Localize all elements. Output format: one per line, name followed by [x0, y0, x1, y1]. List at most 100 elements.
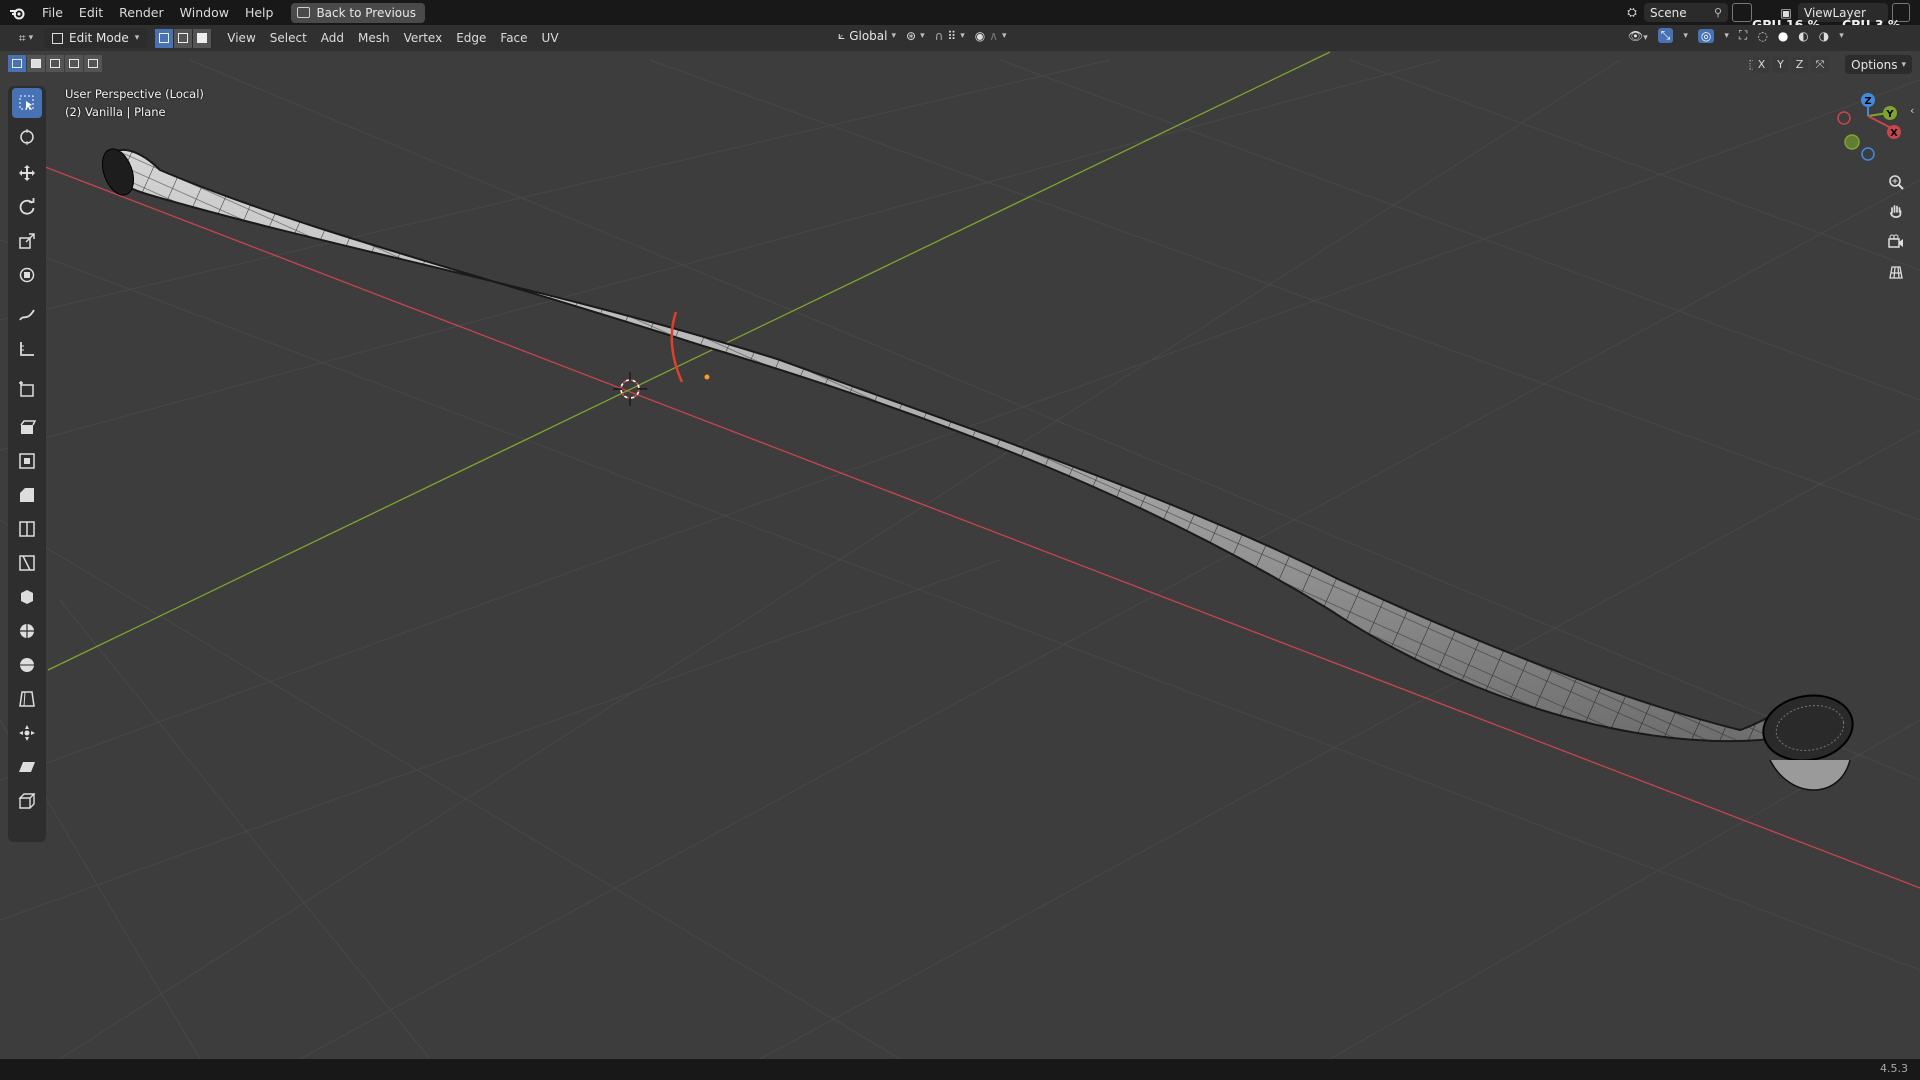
edge-slide-tool[interactable] — [12, 684, 42, 714]
scene-field[interactable]: Scene ⚲ — [1644, 3, 1728, 22]
cursor-tool[interactable] — [12, 122, 42, 152]
proportional-edit-toggle[interactable]: ◉ ∧ ▾ — [975, 29, 1007, 43]
knife-icon — [19, 555, 35, 571]
z-axis-icon[interactable]: Z — [1861, 93, 1875, 107]
wireframe-shading-icon[interactable]: ◌ — [1757, 29, 1767, 43]
editor-type-icon[interactable]: ⌗ ▾ — [8, 28, 44, 48]
menu-select[interactable]: Select — [263, 31, 314, 45]
3d-viewport[interactable] — [0, 51, 1920, 1059]
select-extend-button[interactable] — [27, 55, 45, 72]
transform-orientation-dropdown[interactable]: ⟀ Global ▾ — [838, 28, 896, 43]
xray-toggle-icon[interactable]: ⛶ — [1739, 28, 1747, 43]
mirror-z-button[interactable]: Z — [1791, 56, 1808, 73]
vertex-select-button[interactable] — [155, 28, 175, 48]
move-tool[interactable] — [12, 158, 42, 188]
magnet-icon: ∩ — [934, 28, 944, 43]
menu-face[interactable]: Face — [493, 31, 534, 45]
scale-icon — [19, 233, 35, 249]
y-axis-icon[interactable]: Y — [1883, 106, 1897, 120]
shrink-fatten-tool[interactable] — [12, 718, 42, 748]
knife-tool[interactable] — [12, 548, 42, 578]
back-to-previous-button[interactable]: Back to Previous — [291, 2, 425, 23]
pin-icon[interactable]: ⚲ — [1714, 6, 1722, 19]
x-axis-icon[interactable]: X — [1887, 125, 1901, 139]
snap-toggle[interactable]: ∩ ⠿ ▾ — [935, 29, 965, 43]
select-mode-group — [155, 28, 213, 48]
bevel-tool[interactable] — [12, 480, 42, 510]
menu-edit[interactable]: Edit — [71, 0, 111, 25]
menu-uv[interactable]: UV — [535, 31, 566, 45]
solid-shading-icon[interactable]: ● — [1778, 29, 1788, 43]
left-toolbar — [8, 86, 46, 842]
mesh-object-plane[interactable] — [97, 145, 1858, 791]
smooth-tool[interactable] — [12, 650, 42, 680]
cursor-icon — [20, 129, 34, 145]
menu-file[interactable]: File — [34, 0, 71, 25]
loop-cut-tool[interactable] — [12, 514, 42, 544]
mirror-axes: X Y Z ⤧ — [1753, 56, 1830, 73]
extrude-tool[interactable] — [12, 412, 42, 442]
menu-vertex[interactable]: Vertex — [397, 31, 450, 45]
negative-x-axis-icon[interactable] — [1837, 111, 1851, 125]
material-shading-icon[interactable]: ◐ — [1798, 29, 1808, 43]
select-box-tool[interactable] — [12, 88, 42, 118]
selected-edge-loop — [670, 311, 684, 383]
new-scene-icon[interactable] — [1732, 3, 1752, 22]
face-select-button[interactable] — [193, 28, 213, 48]
gizmo-y-label: Y — [1885, 109, 1894, 120]
mode-dropdown[interactable]: Edit Mode ▾ — [44, 28, 148, 48]
options-label: Options — [1851, 57, 1898, 72]
orthographic-toggle-button[interactable] — [1882, 258, 1910, 286]
back-icon — [297, 7, 311, 18]
inset-tool[interactable] — [12, 446, 42, 476]
inset-icon — [19, 453, 35, 469]
spin-tool[interactable] — [12, 616, 42, 646]
transform-tools: ⟀ Global ▾ ⊛ ▾ ∩ ⠿ ▾ ◉ ∧ ▾ — [838, 28, 1007, 43]
zoom-view-button[interactable] — [1882, 168, 1910, 196]
measure-tool[interactable] — [12, 334, 42, 364]
gizmo-z-label: Z — [1864, 96, 1871, 107]
navigation-gizmo[interactable]: Z Y X — [1830, 88, 1902, 168]
options-dropdown[interactable]: Options ▾ — [1845, 55, 1912, 74]
camera-view-button[interactable] — [1882, 228, 1910, 256]
select-new-button[interactable] — [8, 55, 26, 72]
scale-tool[interactable] — [12, 226, 42, 256]
select-subtract-button[interactable] — [46, 55, 64, 72]
rip-region-tool[interactable] — [12, 786, 42, 816]
gizmo-toggle-icon[interactable]: ⤡ — [1657, 28, 1674, 43]
top-menu-bar: File Edit Render Window Help Back to Pre… — [0, 0, 1920, 32]
menu-render[interactable]: Render — [111, 0, 172, 25]
visibility-icon[interactable]: 👁︎▾ — [1628, 29, 1648, 43]
menu-add[interactable]: Add — [314, 31, 351, 45]
add-cube-tool[interactable] — [12, 374, 42, 404]
sidebar-toggle-chevron-icon[interactable]: ‹ — [1910, 104, 1914, 117]
loop-cut-icon — [19, 521, 35, 537]
pivot-point-dropdown[interactable]: ⊛ ▾ — [906, 29, 925, 43]
transform-tool[interactable] — [12, 260, 42, 290]
mirror-x-button[interactable]: X — [1753, 56, 1770, 73]
pan-view-button[interactable] — [1882, 198, 1910, 226]
viewport-header: ⌗ ▾ Edit Mode ▾ View Select Add Mesh Vert… — [0, 25, 1920, 51]
menu-window[interactable]: Window — [172, 0, 237, 25]
orientation-label: Global — [849, 28, 888, 43]
overlay-toggle-icon[interactable]: ◎ — [1697, 28, 1715, 43]
menu-edge[interactable]: Edge — [449, 31, 493, 45]
auto-merge-icon[interactable]: ⤧ — [1810, 56, 1830, 73]
edge-select-button[interactable] — [174, 28, 194, 48]
select-intersect-button[interactable] — [84, 55, 102, 72]
menu-mesh[interactable]: Mesh — [351, 31, 397, 45]
rendered-shading-icon[interactable]: ◑ — [1819, 29, 1829, 43]
annotate-tool[interactable] — [12, 300, 42, 330]
negative-z-axis-icon[interactable] — [1861, 147, 1875, 161]
negative-y-axis-icon[interactable] — [1844, 134, 1860, 150]
blender-logo-icon[interactable] — [0, 0, 34, 25]
shear-tool[interactable] — [12, 752, 42, 782]
scene-selector-icon[interactable]: ⛭ — [1620, 3, 1644, 22]
rotate-tool[interactable] — [12, 192, 42, 222]
grid-floor — [0, 59, 1920, 1059]
mirror-y-button[interactable]: Y — [1772, 56, 1789, 73]
menu-help[interactable]: Help — [237, 0, 282, 25]
menu-view[interactable]: View — [220, 31, 262, 45]
poly-build-tool[interactable] — [12, 582, 42, 612]
select-invert-button[interactable] — [65, 55, 83, 72]
